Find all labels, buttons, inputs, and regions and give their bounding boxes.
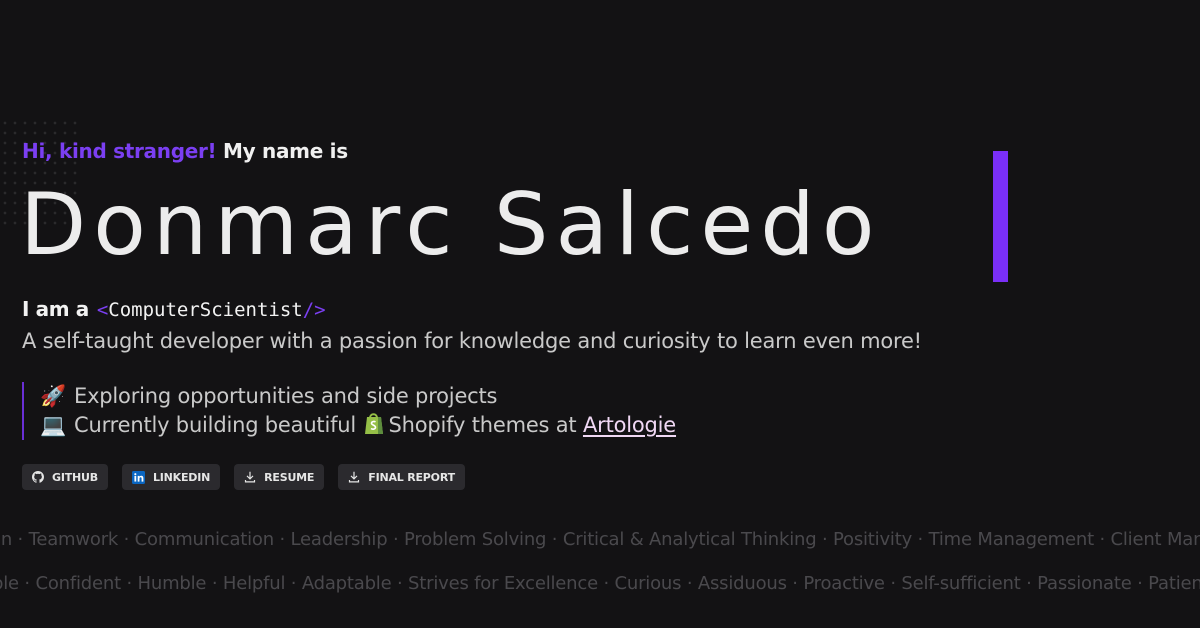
github-button[interactable]: GITHUB xyxy=(22,464,108,490)
github-icon xyxy=(32,471,44,483)
linkedin-button[interactable]: LINKEDIN xyxy=(121,464,221,490)
laptop-icon: 💻 xyxy=(40,413,66,437)
resume-label: RESUME xyxy=(264,470,315,484)
linkedin-icon xyxy=(131,470,145,484)
traits-marquee: ble · Confident · Humble · Helpful · Ada… xyxy=(0,573,1200,594)
name-heading: Donmarc Salcedo xyxy=(20,175,882,275)
typing-cursor xyxy=(993,151,1008,282)
role-title: ComputerScientist xyxy=(108,299,303,321)
soft-skills-marquee: on · Teamwork · Communication · Leadersh… xyxy=(0,529,1200,550)
resume-button[interactable]: RESUME xyxy=(234,464,325,490)
rocket-icon: 🚀 xyxy=(40,384,66,408)
final-report-label: FINAL REPORT xyxy=(368,470,455,484)
role-line: I am a <ComputerScientist/> xyxy=(22,297,326,321)
status-text-before: Currently building beautiful xyxy=(74,413,357,437)
status-item-building: 💻 Currently building beautiful Shopify th… xyxy=(40,411,676,440)
status-text: Exploring opportunities and side project… xyxy=(74,384,498,408)
linkedin-label: LINKEDIN xyxy=(152,470,211,484)
name-heading-row: Donmarc Salcedo xyxy=(20,160,882,290)
role-lead: I am a xyxy=(22,297,89,321)
github-label: GITHUB xyxy=(52,470,98,484)
role-close-tag: /> xyxy=(302,299,326,321)
artologie-link[interactable]: Artologie xyxy=(583,413,676,437)
hero-page: Hi, kind stranger! My name is Donmarc Sa… xyxy=(0,0,1200,628)
status-text-after: Shopify themes at xyxy=(388,413,577,437)
role-open-tag: < xyxy=(96,299,109,321)
download-icon xyxy=(348,471,360,483)
role-code: <ComputerScientist/> xyxy=(97,299,326,321)
shopify-bag-icon xyxy=(363,411,385,435)
status-item-exploring: 🚀 Exploring opportunities and side projec… xyxy=(40,382,676,411)
download-icon xyxy=(244,471,256,483)
status-block: 🚀 Exploring opportunities and side projec… xyxy=(22,382,676,440)
final-report-button[interactable]: FINAL REPORT xyxy=(338,464,465,490)
tagline: A self-taught developer with a passion f… xyxy=(22,329,922,353)
social-buttons: GITHUB LINKEDIN RESUME FINAL REPORT xyxy=(22,464,465,490)
